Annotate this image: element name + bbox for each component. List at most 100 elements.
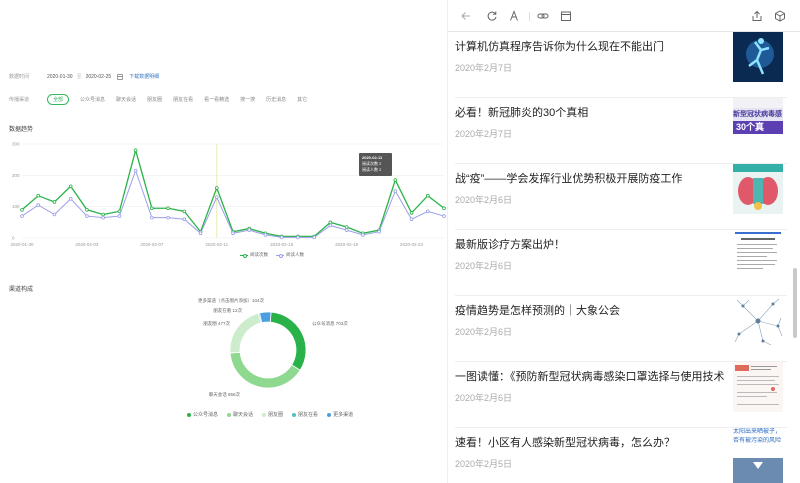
data-point (312, 235, 316, 240)
data-point (68, 184, 73, 189)
donut-legend-item[interactable]: 公众号消息 (187, 411, 218, 418)
font-size-icon[interactable] (508, 10, 520, 22)
data-point (425, 193, 430, 198)
article-thumbnail-infographic[interactable] (733, 362, 783, 412)
link-icon[interactable] (537, 10, 549, 22)
article-title[interactable]: 一图读懂：《预防新型冠状病毒感染口罩选择与使用技术指引》 (455, 368, 725, 384)
donut-legend-label: 朋友圈 (268, 412, 284, 418)
date-start[interactable]: 2020-01-30 (47, 74, 73, 80)
legend-item-readers[interactable]: 阅读人数 (276, 252, 304, 258)
donut-legend-item[interactable]: 聊天会话 (227, 411, 253, 418)
article-title[interactable]: 战“疫”——学会发挥行业优势积极开展防疫工作 (455, 170, 725, 186)
calendar-icon[interactable] (117, 73, 124, 80)
article-date: 2020年2月5日 (455, 459, 513, 469)
article-thumbnail-virus-figure[interactable] (733, 32, 783, 82)
donut-legend-item[interactable]: 朋友在看 (292, 411, 318, 418)
toolbar-divider (529, 12, 530, 21)
scrollbar-thumb[interactable] (793, 268, 797, 338)
legend-item-reads[interactable]: 阅读次数 (240, 252, 268, 258)
data-point (328, 223, 333, 228)
article-item[interactable]: 战“疫”——学会发挥行业优势积极开展防疫工作 2020年2月6日 (455, 164, 787, 230)
article-date: 2020年2月6日 (455, 327, 513, 337)
channel-chip[interactable]: 看一看精选 (204, 96, 229, 103)
data-point (68, 197, 73, 201)
data-point (133, 148, 138, 153)
channel-chip[interactable]: 历史消息 (266, 96, 286, 103)
article-title[interactable]: 最新版诊疗方案出炉！ (455, 236, 725, 252)
channel-chip[interactable]: 公众号消息 (80, 96, 105, 103)
scrollbar[interactable] (791, 32, 799, 483)
data-point (85, 208, 89, 212)
article-title[interactable]: 必看！新冠肺炎的30个真相 (455, 104, 725, 120)
data-point (85, 214, 89, 218)
data-point (393, 178, 398, 182)
article-date: 2020年2月6日 (455, 261, 513, 271)
article-title[interactable]: 计算机仿真程序告诉你为什么现在不能出门 (455, 38, 725, 54)
article-item[interactable]: 疫情趋势是怎样预测的｜大象公会 2020年2月6日 (455, 296, 787, 362)
channel-chip[interactable]: 朋友在看 (173, 96, 193, 103)
download-data-link[interactable]: 下载数据明细 (129, 73, 159, 80)
thumb-text: 太阳出来晒被子， (733, 429, 782, 435)
y-tick-label: 0 (12, 236, 15, 241)
article-item[interactable]: 速看！小区有人感染新型冠状病毒，怎么办？ 2020年2月5日 太阳出来晒被子， … (455, 428, 787, 483)
article-thumbnail-network-graph[interactable] (733, 296, 783, 346)
data-point (409, 217, 414, 221)
thumb-text: 新型冠状病毒感 (733, 108, 783, 121)
article-item[interactable]: 一图读懂：《预防新型冠状病毒感染口罩选择与使用技术指引》 2020年2月6日 (455, 362, 787, 428)
donut-slice (229, 351, 301, 389)
data-point (377, 229, 381, 234)
date-end[interactable]: 2020-02-25 (86, 74, 112, 80)
reader-toolbar (448, 0, 800, 32)
article-date: 2020年2月7日 (455, 129, 513, 139)
channel-chip-all[interactable]: 全部 (47, 94, 70, 105)
series-line (21, 169, 445, 238)
refresh-icon[interactable] (486, 10, 498, 22)
x-tick-label: 2020-02-07 (140, 242, 164, 247)
donut-legend: 公众号消息 聊天会话 朋友圈 朋友在看 更多渠道 (187, 411, 362, 418)
article-item[interactable]: 必看！新冠肺炎的30个真相 2020年2月7日 新型冠状病毒感 30个真 (455, 98, 787, 164)
data-point (214, 195, 219, 200)
data-point (150, 215, 154, 220)
article-item[interactable]: 最新版诊疗方案出炉！ 2020年2月6日 (455, 230, 787, 296)
legend-label: 阅读人数 (286, 252, 304, 257)
thumb-text: 30个真 (733, 121, 783, 134)
article-item[interactable]: 计算机仿真程序告诉你为什么现在不能出门 2020年2月7日 (455, 32, 787, 98)
donut-legend-label: 聊天会话 (233, 412, 254, 418)
share-icon[interactable] (751, 10, 763, 22)
data-point (166, 215, 170, 220)
data-point (166, 206, 170, 211)
donut-legend-item[interactable]: 更多渠道 (327, 411, 353, 418)
data-point (36, 193, 41, 198)
back-arrow-icon[interactable] (460, 10, 472, 22)
article-thumbnail-purple-banner[interactable]: 新型冠状病毒感 30个真 (733, 98, 783, 148)
date-separator: 至 (76, 74, 82, 80)
donut-legend-label: 朋友在看 (298, 412, 319, 418)
legend-label: 阅读次数 (250, 252, 268, 257)
trend-line-chart: 0 100 200 300 2020-01-30 2020-02-03 2020-02-07… (10, 142, 446, 247)
date-filter-row: 数据时间 2020-01-30 至 2020-02-25 下载数据明细 (9, 73, 159, 80)
article-title[interactable]: 疫情趋势是怎样预测的｜大象公会 (455, 302, 725, 318)
donut-legend-item[interactable]: 朋友圈 (262, 411, 283, 418)
cube-icon[interactable] (774, 10, 786, 22)
date-label: 数据时间 (9, 74, 30, 80)
channel-label: 传播渠道 (9, 97, 30, 103)
x-tick-label: 2020-02-19 (335, 242, 359, 247)
data-point (214, 186, 219, 190)
data-point (425, 209, 430, 214)
article-thumbnail-document[interactable] (733, 230, 783, 280)
article-thumbnail-medical[interactable] (733, 164, 783, 214)
data-point (36, 203, 41, 207)
channel-chip[interactable]: 聊天会话 (116, 96, 136, 103)
donut-legend-label: 更多渠道 (333, 412, 354, 418)
data-point (20, 214, 24, 218)
x-tick-label: 2020-02-03 (75, 242, 99, 247)
article-thumbnail-blue-text[interactable]: 太阳出来晒被子， 否有被污染的风险 (733, 428, 783, 483)
calendar-window-icon[interactable] (560, 10, 572, 22)
channel-chip[interactable]: 其它 (297, 96, 307, 103)
chart-tooltip: 2020-02-11 阅读次数 2 阅读人数 2 (359, 153, 392, 176)
article-title[interactable]: 速看！小区有人感染新型冠状病毒，怎么办？ (455, 434, 725, 450)
data-point (52, 200, 57, 204)
channel-chip[interactable]: 朋友圈 (147, 96, 162, 103)
channel-chip[interactable]: 搜一搜 (240, 96, 255, 103)
x-tick-label: 2020-01-30 (10, 242, 34, 247)
